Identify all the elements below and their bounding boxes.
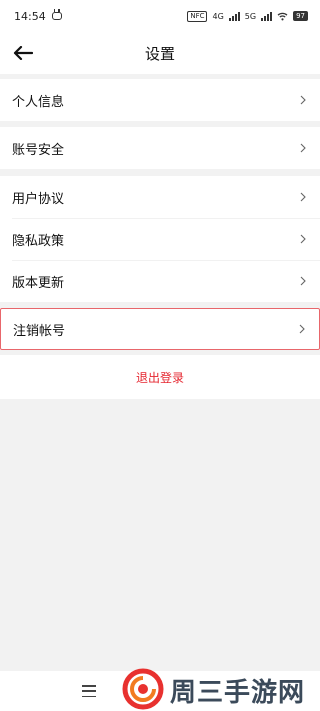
chevron-right-icon — [298, 234, 308, 244]
chevron-right-icon — [298, 192, 308, 202]
back-button[interactable] — [8, 38, 38, 68]
settings-group-info: 用户协议 隐私政策 版本更新 — [0, 176, 320, 302]
settings-item-label: 个人信息 — [12, 94, 65, 110]
watermark-text: 周三手游网 — [170, 678, 306, 708]
watermark-logo-icon — [122, 668, 164, 710]
menu-icon[interactable] — [82, 685, 96, 697]
settings-item-label: 用户协议 — [12, 191, 65, 207]
chevron-right-icon — [298, 276, 308, 286]
network-4g-label: 4G — [212, 11, 224, 21]
header: 设置 — [0, 32, 320, 74]
settings-item-label: 注销帐号 — [13, 323, 66, 339]
settings-item-version-update[interactable]: 版本更新 — [0, 260, 320, 302]
status-bar: 14:54 NFC 4G 5G 97 — [0, 0, 320, 32]
chevron-right-icon — [298, 95, 308, 105]
signal-icon — [228, 11, 240, 21]
page-title: 设置 — [144, 44, 175, 63]
chevron-right-icon — [297, 324, 307, 334]
chevron-right-icon — [298, 143, 308, 153]
signal-icon-2 — [261, 11, 273, 21]
settings-item-user-agreement[interactable]: 用户协议 — [0, 176, 320, 218]
settings-item-label: 账号安全 — [12, 142, 65, 158]
settings-item-privacy-policy[interactable]: 隐私政策 — [0, 218, 320, 260]
nfc-icon: NFC — [187, 10, 208, 22]
settings-group-security: 账号安全 — [0, 127, 320, 169]
network-5g-label: 5G — [244, 11, 257, 21]
settings-item-cancel-account[interactable]: 注销帐号 — [0, 308, 320, 350]
status-time: 14:54 — [14, 9, 46, 23]
notification-robot-icon — [51, 9, 62, 20]
settings-item-label: 版本更新 — [12, 275, 65, 291]
settings-item-account-security[interactable]: 账号安全 — [0, 127, 320, 169]
settings-item-label: 隐私政策 — [12, 233, 65, 249]
logout-label: 退出登录 — [135, 370, 184, 385]
settings-group-profile: 个人信息 — [0, 79, 320, 121]
settings-group-account: 注销帐号 — [0, 308, 320, 350]
arrow-left-icon — [13, 46, 33, 60]
battery-icon: 97 — [293, 11, 308, 21]
logout-button[interactable]: 退出登录 — [0, 355, 320, 399]
settings-item-personal-info[interactable]: 个人信息 — [0, 79, 320, 121]
wifi-icon — [277, 12, 288, 20]
